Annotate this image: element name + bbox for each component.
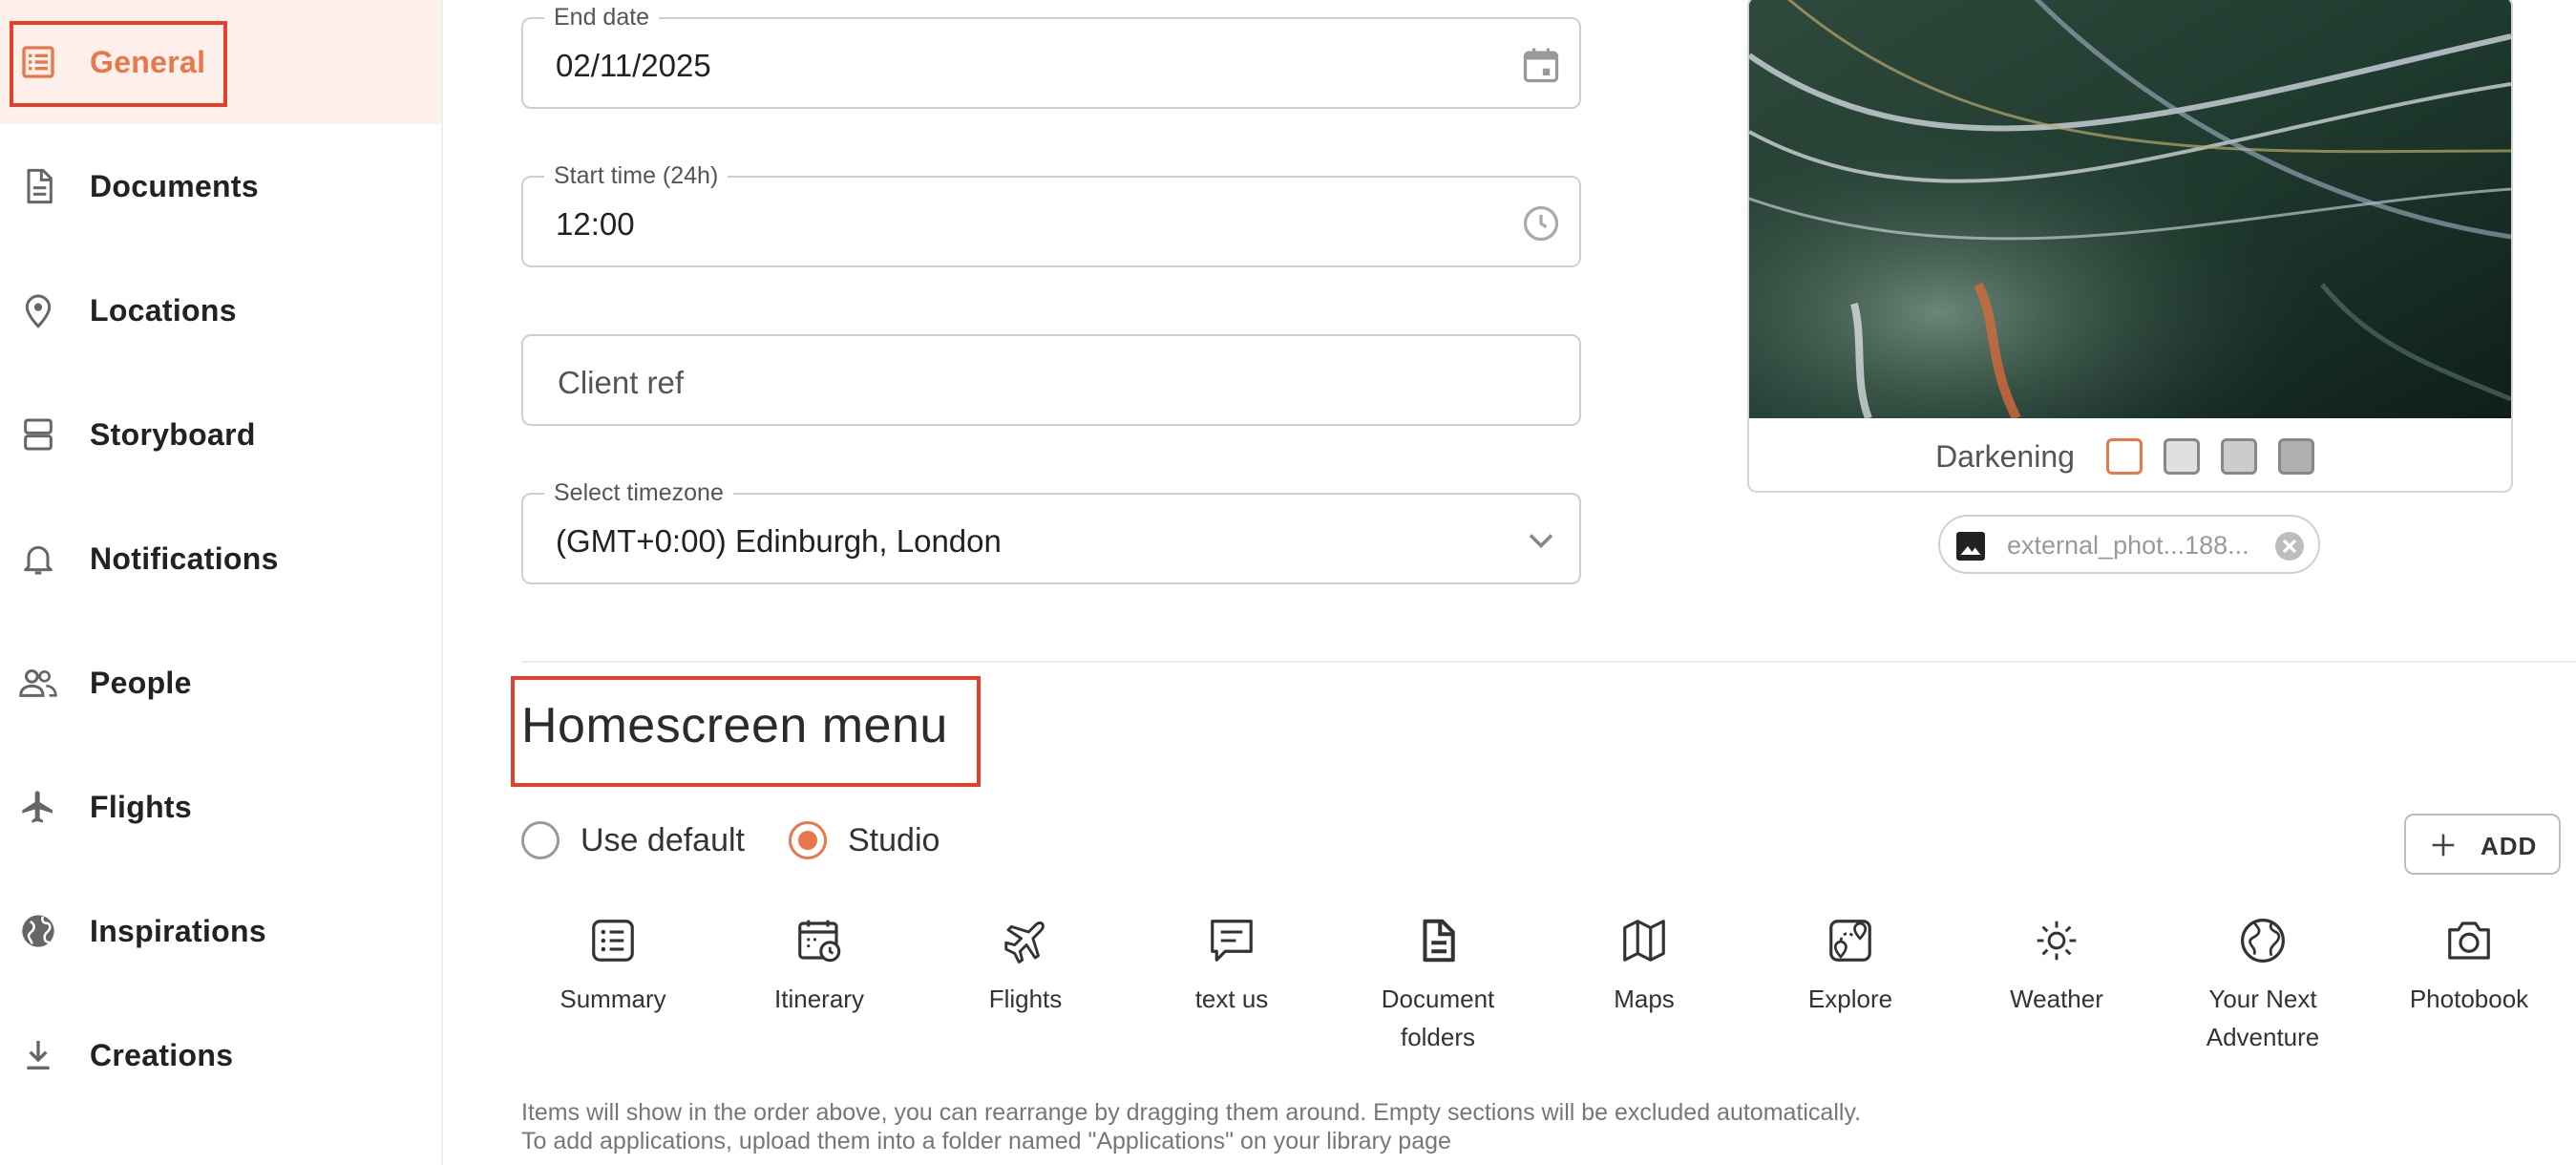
location-pin-icon bbox=[17, 289, 59, 331]
calendar-icon[interactable] bbox=[1520, 44, 1562, 86]
radio-use-default[interactable]: Use default bbox=[521, 821, 745, 859]
darkening-swatch-0[interactable] bbox=[2105, 438, 2143, 475]
camera-icon bbox=[2448, 921, 2490, 960]
menu-item-label: Summary bbox=[560, 985, 666, 1013]
add-button[interactable]: ADD bbox=[2404, 814, 2561, 875]
chevron-down-icon[interactable] bbox=[1520, 519, 1562, 561]
globe-icon bbox=[17, 910, 59, 952]
chat-icon bbox=[1211, 920, 1253, 962]
menu-item-label: Your Next Adventure bbox=[2206, 985, 2320, 1051]
darkening-row: Darkening bbox=[1749, 428, 2511, 485]
menu-item-label: Itinerary bbox=[774, 985, 864, 1013]
menu-item-itinerary[interactable]: Itinerary bbox=[724, 915, 915, 1018]
end-date-field[interactable]: End date 02/11/2025 bbox=[521, 4, 1581, 109]
download-icon bbox=[17, 1034, 59, 1076]
people-icon bbox=[17, 662, 59, 704]
sidebar-item-notifications[interactable]: Notifications bbox=[0, 497, 441, 621]
list-icon bbox=[17, 41, 59, 83]
sidebar-item-creations[interactable]: Creations bbox=[0, 993, 441, 1117]
start-time-field[interactable]: Start time (24h) 12:00 bbox=[521, 162, 1581, 267]
explore-map-icon bbox=[1829, 920, 1871, 962]
timezone-label: Select timezone bbox=[544, 479, 733, 506]
menu-item-maps[interactable]: Maps bbox=[1549, 915, 1740, 1018]
radio-button[interactable] bbox=[521, 821, 560, 859]
homescreen-help-text: Items will show in the order above, you … bbox=[521, 1098, 1861, 1155]
start-time-value: 12:00 bbox=[556, 206, 635, 242]
sidebar-item-label: People bbox=[90, 665, 192, 700]
menu-item-document-folders[interactable]: Document folders bbox=[1342, 915, 1533, 1056]
sidebar-item-documents[interactable]: Documents bbox=[0, 124, 441, 248]
menu-item-label: Maps bbox=[1614, 985, 1675, 1013]
radio-label: Use default bbox=[581, 821, 745, 858]
sidebar-item-label: Notifications bbox=[90, 540, 279, 576]
storyboard-icon bbox=[17, 413, 59, 455]
timezone-select[interactable]: Select timezone (GMT+0:00) Edinburgh, Lo… bbox=[521, 479, 1581, 584]
radio-studio[interactable]: Studio bbox=[789, 821, 940, 859]
image-icon bbox=[1953, 529, 1988, 563]
darkening-swatch-2[interactable] bbox=[2220, 438, 2257, 475]
menu-item-your-next-adventure[interactable]: Your Next Adventure bbox=[2167, 915, 2358, 1056]
menu-item-photobook[interactable]: Photobook bbox=[2374, 915, 2565, 1018]
homescreen-menu-title: Homescreen menu bbox=[521, 698, 948, 753]
menu-item-weather[interactable]: Weather bbox=[1961, 915, 2152, 1018]
sidebar-item-label: Storyboard bbox=[90, 416, 256, 452]
sidebar-item-people[interactable]: People bbox=[0, 621, 441, 745]
darkening-swatch-3[interactable] bbox=[2277, 438, 2314, 475]
bell-icon bbox=[17, 538, 59, 580]
menu-item-label: Explore bbox=[1807, 985, 1893, 1013]
menu-item-label: Photobook bbox=[2409, 985, 2529, 1013]
client-ref-field[interactable]: Client ref bbox=[521, 334, 1581, 426]
image-file-chip[interactable]: external_phot...188... bbox=[1938, 515, 2320, 574]
help-line-1: Items will show in the order above, you … bbox=[521, 1099, 1862, 1126]
sidebar-item-inspirations[interactable]: Inspirations bbox=[0, 869, 441, 993]
cover-image-panel: Darkening bbox=[1747, 0, 2513, 493]
sidebar-item-storyboard[interactable]: Storyboard bbox=[0, 372, 441, 497]
menu-item-label: Document folders bbox=[1381, 985, 1495, 1051]
sidebar-item-flights[interactable]: Flights bbox=[0, 745, 441, 869]
sun-icon bbox=[2037, 921, 2077, 961]
menu-item-label: text us bbox=[1194, 985, 1269, 1013]
client-ref-placeholder: Client ref bbox=[558, 365, 685, 400]
summary-list-icon bbox=[592, 920, 634, 962]
sidebar-item-locations[interactable]: Locations bbox=[0, 248, 441, 372]
globe-icon bbox=[2241, 919, 2285, 963]
sidebar-item-label: Locations bbox=[90, 292, 237, 328]
document-icon bbox=[17, 165, 59, 207]
add-button-label: ADD bbox=[2481, 832, 2538, 860]
end-date-label: End date bbox=[544, 4, 660, 31]
close-icon[interactable] bbox=[2272, 529, 2307, 563]
sidebar-item-general[interactable]: General bbox=[0, 0, 441, 124]
start-time-label: Start time (24h) bbox=[544, 162, 728, 189]
sidebar-item-label: General bbox=[90, 44, 206, 79]
menu-item-label: Weather bbox=[2010, 985, 2103, 1013]
document-icon bbox=[1423, 919, 1455, 963]
image-file-name: external_phot...188... bbox=[2007, 531, 2249, 560]
timezone-value: (GMT+0:00) Edinburgh, London bbox=[556, 523, 1002, 559]
plane-icon bbox=[17, 786, 59, 828]
help-line-2: To add applications, upload them into a … bbox=[521, 1128, 1451, 1154]
sidebar-item-label: Inspirations bbox=[90, 913, 266, 948]
darkening-label: Darkening bbox=[1935, 438, 2075, 474]
sidebar: General Documents Locations Storyboard N… bbox=[0, 0, 443, 1165]
radio-button[interactable] bbox=[789, 821, 827, 859]
radio-label: Studio bbox=[848, 821, 940, 858]
cover-image[interactable] bbox=[1749, 0, 2511, 418]
calendar-clock-icon bbox=[798, 920, 841, 963]
section-divider bbox=[521, 661, 2576, 663]
menu-item-text-us[interactable]: text us bbox=[1136, 915, 1327, 1018]
clock-icon[interactable] bbox=[1520, 202, 1562, 244]
menu-item-explore[interactable]: Explore bbox=[1755, 915, 1946, 1018]
sidebar-item-label: Flights bbox=[90, 789, 192, 824]
plus-icon bbox=[2427, 829, 2460, 861]
menu-item-summary[interactable]: Summary bbox=[517, 915, 708, 1018]
end-date-value: 02/11/2025 bbox=[556, 48, 711, 83]
menu-item-label: Flights bbox=[988, 985, 1063, 1013]
sidebar-item-label: Documents bbox=[90, 168, 259, 203]
darkening-swatch-1[interactable] bbox=[2163, 438, 2200, 475]
plane-icon bbox=[1004, 921, 1045, 964]
map-icon bbox=[1623, 920, 1665, 962]
sidebar-item-label: Creations bbox=[90, 1037, 234, 1072]
menu-item-flights[interactable]: Flights bbox=[930, 915, 1121, 1018]
